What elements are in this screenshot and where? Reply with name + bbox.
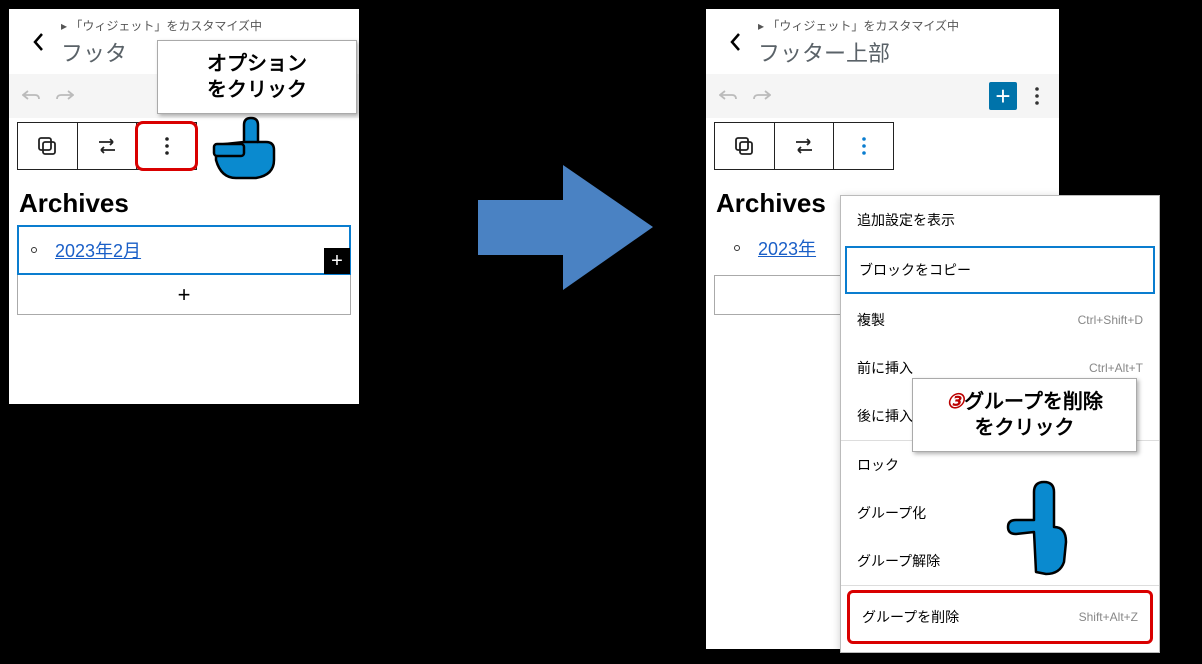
- arrow-icon: [468, 155, 663, 305]
- add-block-row[interactable]: +: [17, 275, 351, 315]
- transform-icon[interactable]: [78, 123, 138, 169]
- group-block-icon[interactable]: [715, 123, 775, 169]
- bullet-icon: [31, 247, 37, 253]
- transform-icon[interactable]: [775, 123, 835, 169]
- page-title: フッター上部: [758, 36, 1051, 68]
- callout-click-delete: ③グループを削除をクリック: [912, 378, 1137, 452]
- breadcrumb: 「ウィジェット」をカスタマイズ中: [758, 15, 1051, 36]
- pointing-hand-icon: [986, 472, 1086, 582]
- widget-content: Archives 2023年2月 + +: [9, 170, 359, 315]
- back-button[interactable]: [714, 20, 758, 64]
- block-toolbar: [17, 122, 197, 170]
- customizer-header: 「ウィジェット」をカスタマイズ中 フッター上部: [706, 9, 1059, 74]
- pointing-hand-icon: [196, 100, 296, 190]
- redo-button[interactable]: [51, 82, 79, 110]
- archive-link[interactable]: 2023年2月: [55, 237, 141, 263]
- back-button[interactable]: [17, 20, 61, 64]
- archives-block[interactable]: 2023年2月 +: [17, 225, 351, 275]
- add-block-button[interactable]: +: [989, 82, 1017, 110]
- editor-toolbar: +: [706, 74, 1059, 118]
- menu-show-more-settings[interactable]: 追加設定を表示: [841, 196, 1159, 244]
- block-toolbar: [714, 122, 894, 170]
- header-text: 「ウィジェット」をカスタマイズ中 フッター上部: [758, 15, 1051, 68]
- group-block-icon[interactable]: [18, 123, 78, 169]
- archive-link[interactable]: 2023年: [758, 235, 816, 261]
- breadcrumb: 「ウィジェット」をカスタマイズ中: [61, 15, 351, 36]
- block-options-button[interactable]: [137, 123, 196, 169]
- menu-duplicate[interactable]: 複製Ctrl+Shift+D: [841, 296, 1159, 344]
- archives-heading: Archives: [9, 178, 359, 225]
- inline-add-button[interactable]: +: [324, 248, 350, 274]
- undo-button[interactable]: [714, 82, 742, 110]
- menu-delete-group[interactable]: グループを削除Shift+Alt+Z: [847, 590, 1153, 644]
- options-button[interactable]: [1023, 82, 1051, 110]
- redo-button[interactable]: [748, 82, 776, 110]
- block-options-button[interactable]: [834, 123, 893, 169]
- menu-copy-block[interactable]: ブロックをコピー: [845, 246, 1155, 294]
- undo-button[interactable]: [17, 82, 45, 110]
- bullet-icon: [734, 245, 740, 251]
